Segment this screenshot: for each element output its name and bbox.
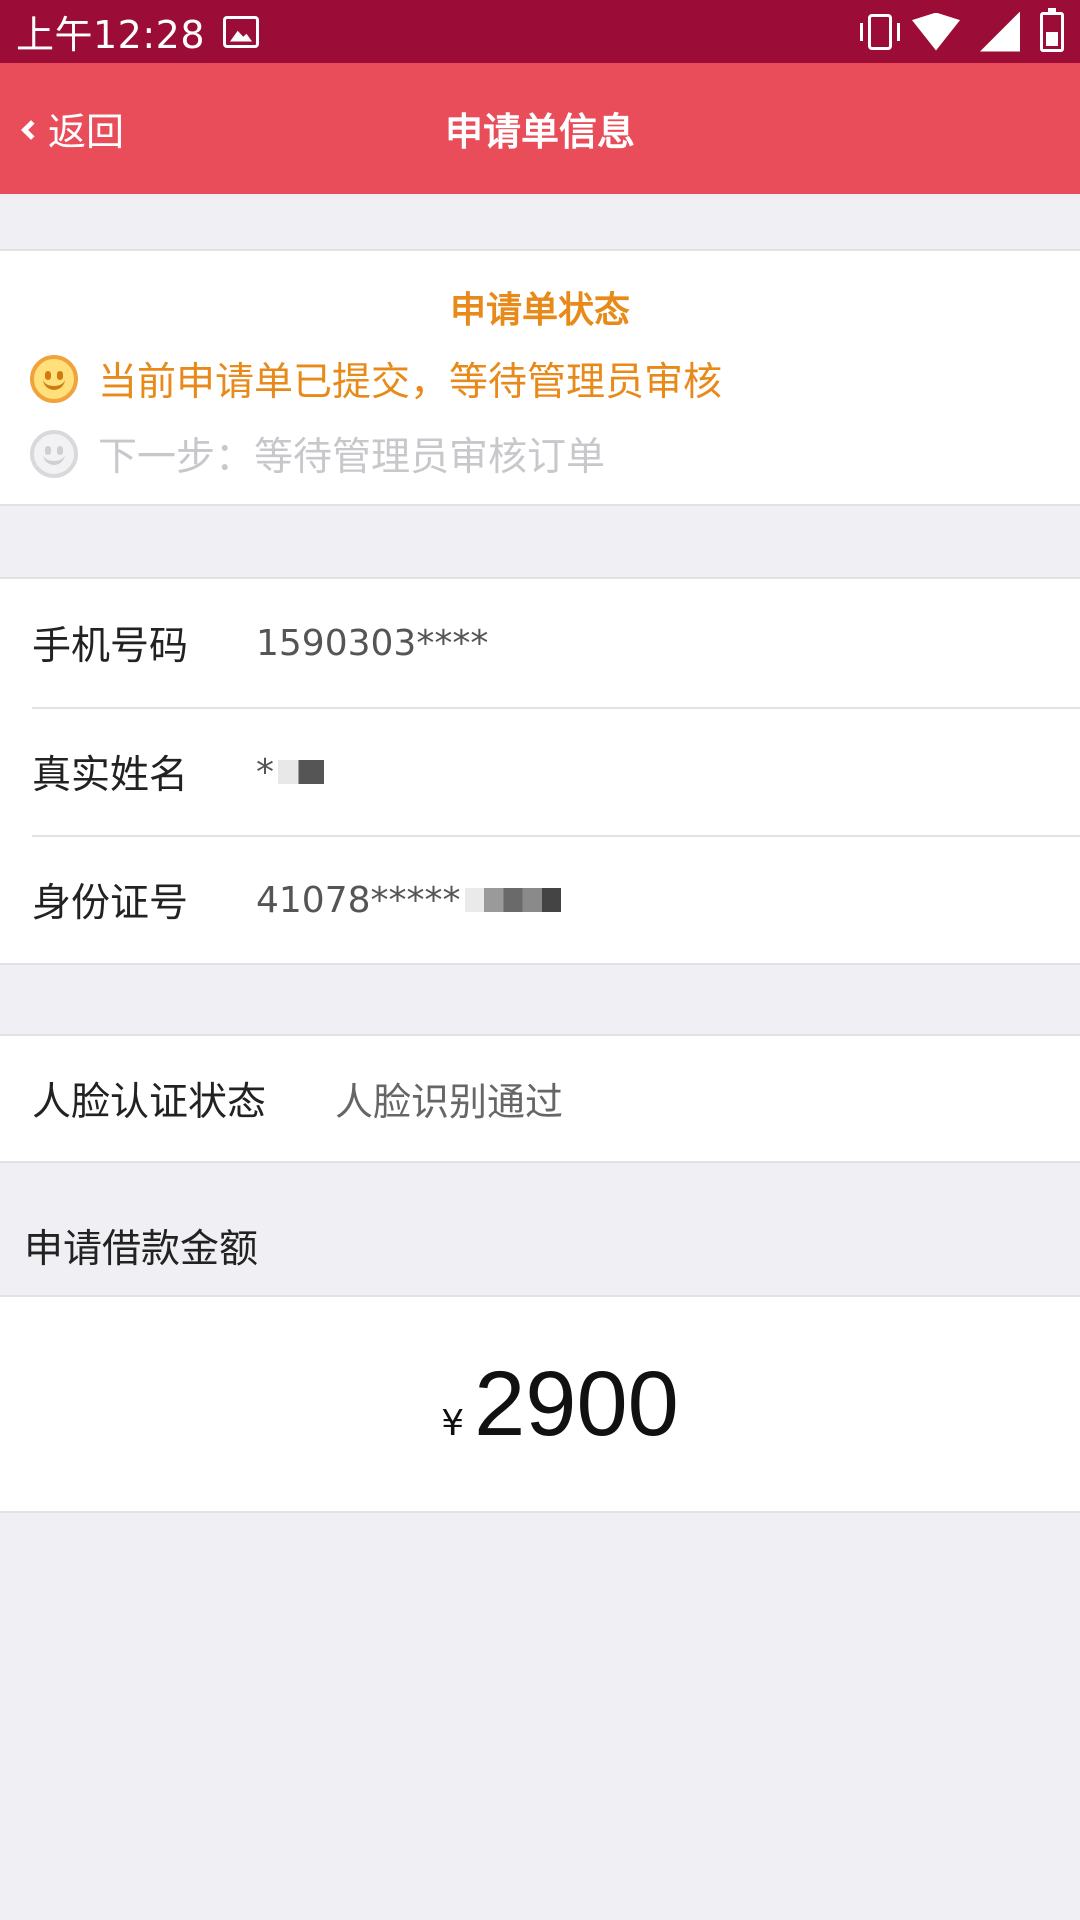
name-value-wrap: *: [256, 752, 324, 793]
next-step: 下一步：等待管理员审核订单: [30, 426, 605, 482]
phone-row: 手机号码 1590303****: [32, 579, 1080, 707]
redaction-mask: [464, 888, 561, 912]
phone-label: 手机号码: [32, 624, 189, 669]
name-value: *: [256, 751, 274, 793]
status-icons: [860, 7, 1064, 52]
vibrate-icon: [860, 13, 900, 50]
currency-symbol: ¥: [441, 1402, 465, 1444]
chevron-left-icon: [21, 119, 41, 140]
personal-info-card: 手机号码 1590303**** 真实姓名 * 身份证号 41078*****: [0, 577, 1080, 965]
redaction-mask: [278, 760, 324, 784]
page-title: 申请单信息: [444, 110, 635, 154]
face-auth-value: 人脸识别通过: [335, 1080, 564, 1124]
id-number-row: 身份证号 41078*****: [32, 835, 1080, 963]
face-auth-row: 人脸认证状态 人脸识别通过: [0, 1034, 1080, 1163]
status-bar: 上午12:28: [0, 0, 1080, 63]
current-status-text: 当前申请单已提交，等待管理员审核: [98, 360, 723, 405]
application-status-card: 申请单状态 当前申请单已提交，等待管理员审核 下一步：等待管理员审核订单: [0, 249, 1080, 506]
next-step-text: 下一步：等待管理员审核订单: [98, 435, 606, 480]
back-label: 返回: [48, 110, 125, 154]
id-number-value-wrap: 41078*****: [256, 880, 561, 921]
gallery-icon: [223, 15, 260, 48]
name-row: 真实姓名 *: [32, 707, 1080, 835]
loan-amount: ¥ 2900: [441, 1352, 679, 1457]
back-button[interactable]: 返回: [21, 63, 125, 194]
phone-value: 1590303****: [256, 622, 489, 664]
battery-icon: [1040, 7, 1064, 52]
nav-bar: 申请单信息 返回: [0, 63, 1080, 194]
id-number-label: 身份证号: [32, 881, 189, 926]
loan-amount-header: 申请借款金额: [24, 1227, 259, 1272]
signal-icon: [980, 11, 1020, 52]
loan-amount-card: ¥ 2900: [0, 1295, 1080, 1513]
amount-value: 2900: [474, 1352, 679, 1455]
current-status: 当前申请单已提交，等待管理员审核: [30, 351, 722, 407]
name-label: 真实姓名: [32, 753, 189, 798]
status-title: 申请单状态: [449, 290, 630, 331]
wifi-icon: [912, 12, 960, 51]
id-number-value: 41078*****: [256, 879, 461, 921]
smiley-icon: [30, 355, 78, 403]
status-time: 上午12:28: [16, 13, 206, 57]
smiley-icon: [30, 430, 78, 478]
face-auth-label: 人脸认证状态: [32, 1079, 267, 1125]
